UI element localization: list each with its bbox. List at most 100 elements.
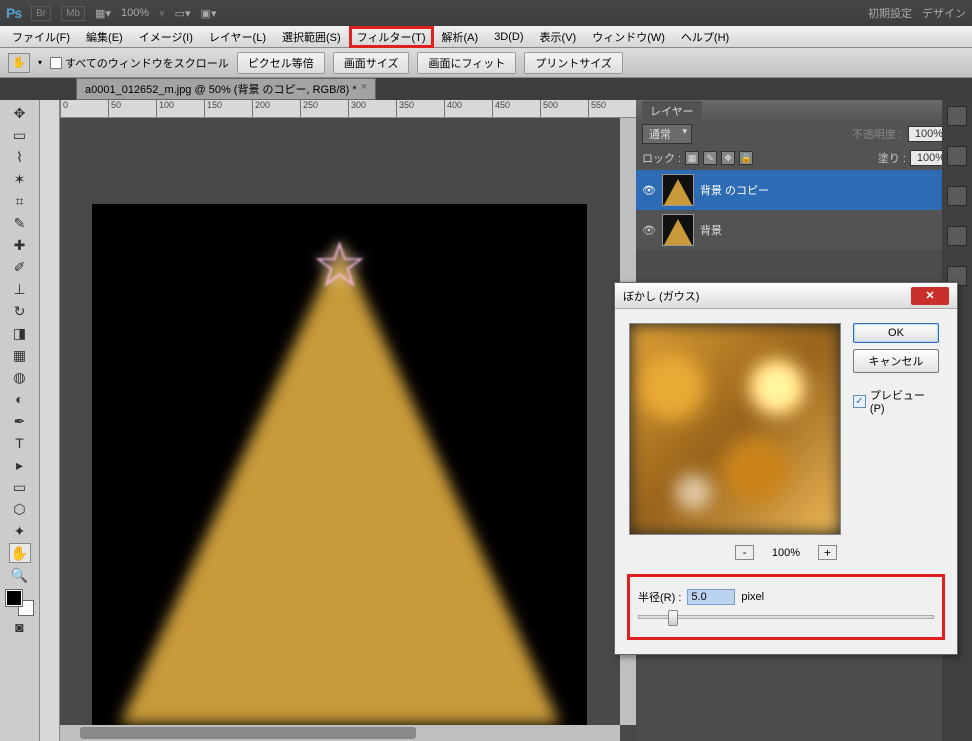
menu-help[interactable]: ヘルプ(H) [673, 26, 737, 48]
shape-tool[interactable]: ▭ [9, 477, 31, 497]
visibility-icon[interactable]: 👁 [642, 224, 656, 237]
app-topbar: Ps Br Mb ▦▾ 100%▾ ▭▾ ▣▾ 初期設定 デザイン [0, 0, 972, 26]
gradient-tool[interactable]: ▦ [9, 345, 31, 365]
document-tab-bar: a0001_012652_m.jpg @ 50% (背景 のコピー, RGB/8… [0, 78, 972, 100]
print-size-button[interactable]: プリントサイズ [524, 52, 623, 74]
brush-tool[interactable]: ✐ [9, 257, 31, 277]
menu-3d[interactable]: 3D(D) [486, 28, 531, 46]
layer-item-copy[interactable]: 👁 背景 のコピー [636, 170, 972, 210]
color-panel-icon[interactable] [947, 226, 967, 246]
tree-star-graphic: ☆ [312, 228, 368, 301]
radius-input[interactable] [687, 589, 735, 605]
lock-transparent-icon[interactable]: ▦ [685, 151, 699, 165]
actions-panel-icon[interactable] [947, 186, 967, 206]
fit-screen-button[interactable]: 画面サイズ [333, 52, 410, 74]
blend-mode-select[interactable]: 通常 [642, 124, 692, 144]
type-tool[interactable]: T [9, 433, 31, 453]
dialog-titlebar[interactable]: ぼかし (ガウス) ✕ [615, 283, 957, 309]
history-brush-tool[interactable]: ↻ [9, 301, 31, 321]
app-logo: Ps [6, 5, 21, 21]
actual-pixels-button[interactable]: ピクセル等倍 [237, 52, 325, 74]
minibridge-panel-icon[interactable] [947, 106, 967, 126]
screen-mode-icon[interactable]: ▦▾ [95, 7, 111, 20]
stamp-tool[interactable]: ⊥ [9, 279, 31, 299]
layers-tab[interactable]: レイヤー [642, 101, 702, 121]
hand-tool[interactable]: ✋ [9, 543, 31, 563]
scroll-all-checkbox[interactable]: すべてのウィンドウをスクロール [50, 55, 229, 71]
lock-move-icon[interactable]: ✥ [721, 151, 735, 165]
options-bar: ✋▾ すべてのウィンドウをスクロール ピクセル等倍 画面サイズ 画面にフィット … [0, 48, 972, 78]
history-panel-icon[interactable] [947, 146, 967, 166]
preview-checkbox[interactable]: ✓プレビュー(P) [853, 387, 939, 415]
3d-tool[interactable]: ⬡ [9, 499, 31, 519]
radius-label: 半径(R) : [638, 589, 681, 605]
menu-filter[interactable]: フィルター(T) [349, 26, 434, 48]
lock-paint-icon[interactable]: ✎ [703, 151, 717, 165]
layer-name: 背景 [700, 222, 945, 238]
zoom-tool[interactable]: 🔍 [9, 565, 31, 585]
close-tab-icon[interactable]: × [361, 81, 367, 97]
view-icon[interactable]: ▭▾ [175, 7, 191, 20]
menu-layer[interactable]: レイヤー(L) [201, 26, 274, 48]
menu-edit[interactable]: 編集(E) [78, 26, 131, 48]
bridge-icon[interactable]: Br [31, 6, 51, 21]
menu-analysis[interactable]: 解析(A) [434, 26, 487, 48]
eraser-tool[interactable]: ◨ [9, 323, 31, 343]
layer-thumbnail[interactable] [662, 214, 694, 246]
dodge-tool[interactable]: ◐ [9, 389, 31, 409]
arrange-icon[interactable]: ▣▾ [201, 7, 217, 20]
tool-panel: ✥ ▭ ⌇ ✶ ⌗ ✎ ✚ ✐ ⊥ ↻ ◨ ▦ ◍ ◐ ✒ T ▸ ▭ ⬡ ✦ … [0, 100, 40, 741]
menu-window[interactable]: ウィンドウ(W) [584, 26, 673, 48]
quickmask-toggle[interactable]: ◙ [9, 617, 31, 637]
layers-panel: レイヤー▾≡ 通常 不透明度 : 100% ▸ ロック : ▦ ✎ ✥ 🔒 塗り… [636, 100, 972, 250]
move-tool[interactable]: ✥ [9, 103, 31, 123]
zoom-out-button[interactable]: - [735, 545, 754, 560]
lock-all-icon[interactable]: 🔒 [739, 151, 753, 165]
horizontal-scrollbar[interactable] [60, 725, 620, 741]
opacity-label: 不透明度 : [852, 126, 902, 142]
ok-button[interactable]: OK [853, 323, 939, 343]
pen-tool[interactable]: ✒ [9, 411, 31, 431]
lasso-tool[interactable]: ⌇ [9, 147, 31, 167]
crop-tool[interactable]: ⌗ [9, 191, 31, 211]
document-tab[interactable]: a0001_012652_m.jpg @ 50% (背景 のコピー, RGB/8… [76, 78, 376, 100]
fill-screen-button[interactable]: 画面にフィット [417, 52, 516, 74]
blur-tool[interactable]: ◍ [9, 367, 31, 387]
ruler-horizontal: 050100150200250300350400450500550 [60, 100, 636, 118]
layer-thumbnail[interactable] [662, 174, 694, 206]
close-button[interactable]: ✕ [911, 287, 949, 305]
visibility-icon[interactable]: 👁 [642, 184, 656, 197]
cancel-button[interactable]: キャンセル [853, 349, 939, 373]
zoom-level[interactable]: 100% [121, 7, 149, 19]
layer-item-background[interactable]: 👁 背景 🔒 [636, 210, 972, 250]
menu-image[interactable]: イメージ(I) [131, 26, 201, 48]
menu-file[interactable]: ファイル(F) [4, 26, 78, 48]
heal-tool[interactable]: ✚ [9, 235, 31, 255]
hand-tool-icon[interactable]: ✋ [8, 53, 30, 73]
color-swatches[interactable] [6, 590, 34, 616]
workspace-design[interactable]: デザイン [922, 5, 966, 21]
zoom-in-button[interactable]: + [818, 545, 837, 560]
preview-zoom: 100% [772, 547, 800, 559]
filter-preview[interactable] [629, 323, 841, 535]
menu-view[interactable]: 表示(V) [532, 26, 585, 48]
workspace-essentials[interactable]: 初期設定 [868, 5, 912, 21]
quick-select-tool[interactable]: ✶ [9, 169, 31, 189]
radius-slider[interactable] [638, 615, 934, 619]
slider-thumb[interactable] [668, 610, 678, 626]
dialog-title: ぼかし (ガウス) [623, 288, 699, 304]
canvas-area: 050100150200250300350400450500550 ☆ [60, 100, 636, 741]
minibridge-icon[interactable]: Mb [61, 6, 85, 21]
eyedropper-tool[interactable]: ✎ [9, 213, 31, 233]
ruler-vertical [40, 100, 60, 741]
document-canvas[interactable]: ☆ [92, 204, 587, 732]
gaussian-blur-dialog: ぼかし (ガウス) ✕ OK キャンセル ✓プレビュー(P) - 100% + … [614, 282, 958, 655]
path-select-tool[interactable]: ▸ [9, 455, 31, 475]
menu-bar: ファイル(F) 編集(E) イメージ(I) レイヤー(L) 選択範囲(S) フィ… [0, 26, 972, 48]
radius-highlight: 半径(R) : pixel [627, 574, 945, 640]
layer-name: 背景 のコピー [700, 182, 966, 198]
3d-camera-tool[interactable]: ✦ [9, 521, 31, 541]
menu-select[interactable]: 選択範囲(S) [274, 26, 349, 48]
marquee-tool[interactable]: ▭ [9, 125, 31, 145]
fill-label: 塗り : [878, 150, 906, 166]
